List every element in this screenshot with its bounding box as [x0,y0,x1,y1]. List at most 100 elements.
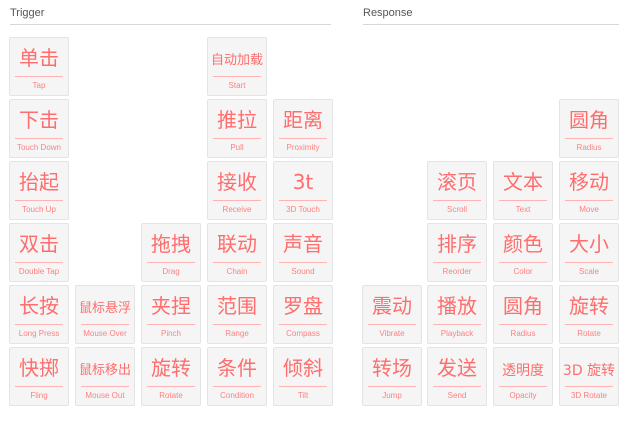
tile-title: 震动 [372,294,412,318]
trigger-tile-tap[interactable]: 单击 Tap [9,37,69,96]
trigger-tile-pinch[interactable]: 夹捏 Pinch [141,285,201,344]
tile-subtitle: Proximity [286,143,320,152]
tile-title: 下击 [19,108,59,132]
tile-divider [15,200,63,201]
tile-title: 3t [292,170,314,194]
tile-divider [433,386,481,387]
tile-title: 大小 [569,232,609,256]
trigger-tile-receive[interactable]: 接收 Receive [207,161,267,220]
tile-divider [565,386,613,387]
tile-subtitle: Condition [220,391,254,400]
tile-subtitle: Reorder [442,267,472,276]
tile-divider [279,324,327,325]
tile-divider [499,262,547,263]
tile-divider [213,76,261,77]
tile-title: 快掷 [19,356,59,380]
tile-subtitle: Radius [510,329,536,338]
response-divider [363,24,619,25]
tile-subtitle: Chain [226,267,248,276]
tile-title: 透明度 [502,363,544,379]
trigger-tile-proximity[interactable]: 距离 Proximity [273,99,333,158]
tile-divider [565,138,613,139]
tile-subtitle: Color [513,267,533,276]
tile-divider [433,200,481,201]
tile-subtitle: Mouse Out [85,391,125,400]
trigger-tile-sound[interactable]: 声音 Sound [273,223,333,282]
tile-title: 范围 [217,294,257,318]
response-tile-rotate[interactable]: 旋转 Rotate [559,285,619,344]
tile-subtitle: Long Press [18,329,60,338]
tile-title: 发送 [437,356,477,380]
trigger-tile-touch-up[interactable]: 抬起 Touch Up [9,161,69,220]
trigger-tile-3d-touch[interactable]: 3t 3D Touch [273,161,333,220]
trigger-tile-condition[interactable]: 条件 Condition [207,347,267,406]
response-tile-jump[interactable]: 转场 Jump [362,347,422,406]
tile-divider [499,200,547,201]
response-tile-radius[interactable]: 圆角 Radius [559,99,619,158]
tile-subtitle: Receive [222,205,252,214]
tile-title: 圆角 [503,294,543,318]
trigger-tile-drag[interactable]: 拖拽 Drag [141,223,201,282]
tile-divider [213,262,261,263]
response-tile-radius-2[interactable]: 圆角 Radius [493,285,553,344]
tile-title: 鼠标悬浮 [78,301,131,316]
tile-divider [433,324,481,325]
tile-divider [15,138,63,139]
tile-title: 抬起 [19,170,59,194]
tile-divider [279,262,327,263]
trigger-tile-pull[interactable]: 推拉 Pull [207,99,267,158]
tile-subtitle: Jump [382,391,402,400]
response-tile-opacity[interactable]: 透明度 Opacity [493,347,553,406]
trigger-tile-range[interactable]: 范围 Range [207,285,267,344]
tile-title: 自动加载 [210,53,263,68]
response-tile-scale[interactable]: 大小 Scale [559,223,619,282]
response-tile-scroll[interactable]: 滚页 Scroll [427,161,487,220]
tile-subtitle: Sound [291,267,315,276]
trigger-tile-start[interactable]: 自动加载 Start [207,37,267,96]
tile-title: 倾斜 [283,356,323,380]
trigger-tile-rotate[interactable]: 旋转 Rotate [141,347,201,406]
tile-title: 长按 [19,294,59,318]
tile-divider [15,262,63,263]
tile-subtitle: Drag [162,267,180,276]
tile-divider [565,324,613,325]
tile-title: 单击 [19,46,59,70]
response-tile-move[interactable]: 移动 Move [559,161,619,220]
tile-divider [499,386,547,387]
response-tile-3d-rotate[interactable]: 3D 旋转 3D Rotate [559,347,619,406]
trigger-tile-long-press[interactable]: 长按 Long Press [9,285,69,344]
trigger-tile-fling[interactable]: 快掷 Fling [9,347,69,406]
trigger-tile-chain[interactable]: 联动 Chain [207,223,267,282]
tile-subtitle: Scroll [446,205,467,214]
response-tile-vibrate[interactable]: 震动 Vibrate [362,285,422,344]
response-tile-text[interactable]: 文本 Text [493,161,553,220]
tile-subtitle: Tilt [297,391,309,400]
tile-subtitle: Touch Down [16,143,62,152]
trigger-tile-compass[interactable]: 罗盘 Compass [273,285,333,344]
trigger-tile-mouse-out[interactable]: 鼠标移出 Mouse Out [75,347,135,406]
tile-subtitle: 3D Touch [286,205,320,214]
response-tile-reorder[interactable]: 排序 Reorder [427,223,487,282]
tile-subtitle: Move [579,205,599,214]
response-tile-color[interactable]: 颜色 Color [493,223,553,282]
trigger-tile-mouse-over[interactable]: 鼠标悬浮 Mouse Over [75,285,135,344]
tile-title: 移动 [569,170,609,194]
trigger-tile-touch-down[interactable]: 下击 Touch Down [9,99,69,158]
tile-subtitle: Opacity [509,391,537,400]
tile-subtitle: Tap [32,81,46,90]
tile-subtitle: Pinch [160,329,181,338]
trigger-tile-tilt[interactable]: 倾斜 Tilt [273,347,333,406]
tile-divider [213,138,261,139]
tile-subtitle: Double Tap [18,267,60,276]
response-tile-send[interactable]: 发送 Send [427,347,487,406]
tile-divider [279,200,327,201]
tile-title: 转场 [372,356,412,380]
response-tile-playback[interactable]: 播放 Playback [427,285,487,344]
tile-subtitle: Fling [30,391,48,400]
tile-subtitle: Playback [440,329,474,338]
tile-title: 推拉 [217,108,257,132]
trigger-tile-double-tap[interactable]: 双击 Double Tap [9,223,69,282]
tile-title: 双击 [19,232,59,256]
tile-divider [213,200,261,201]
tile-subtitle: Text [515,205,531,214]
